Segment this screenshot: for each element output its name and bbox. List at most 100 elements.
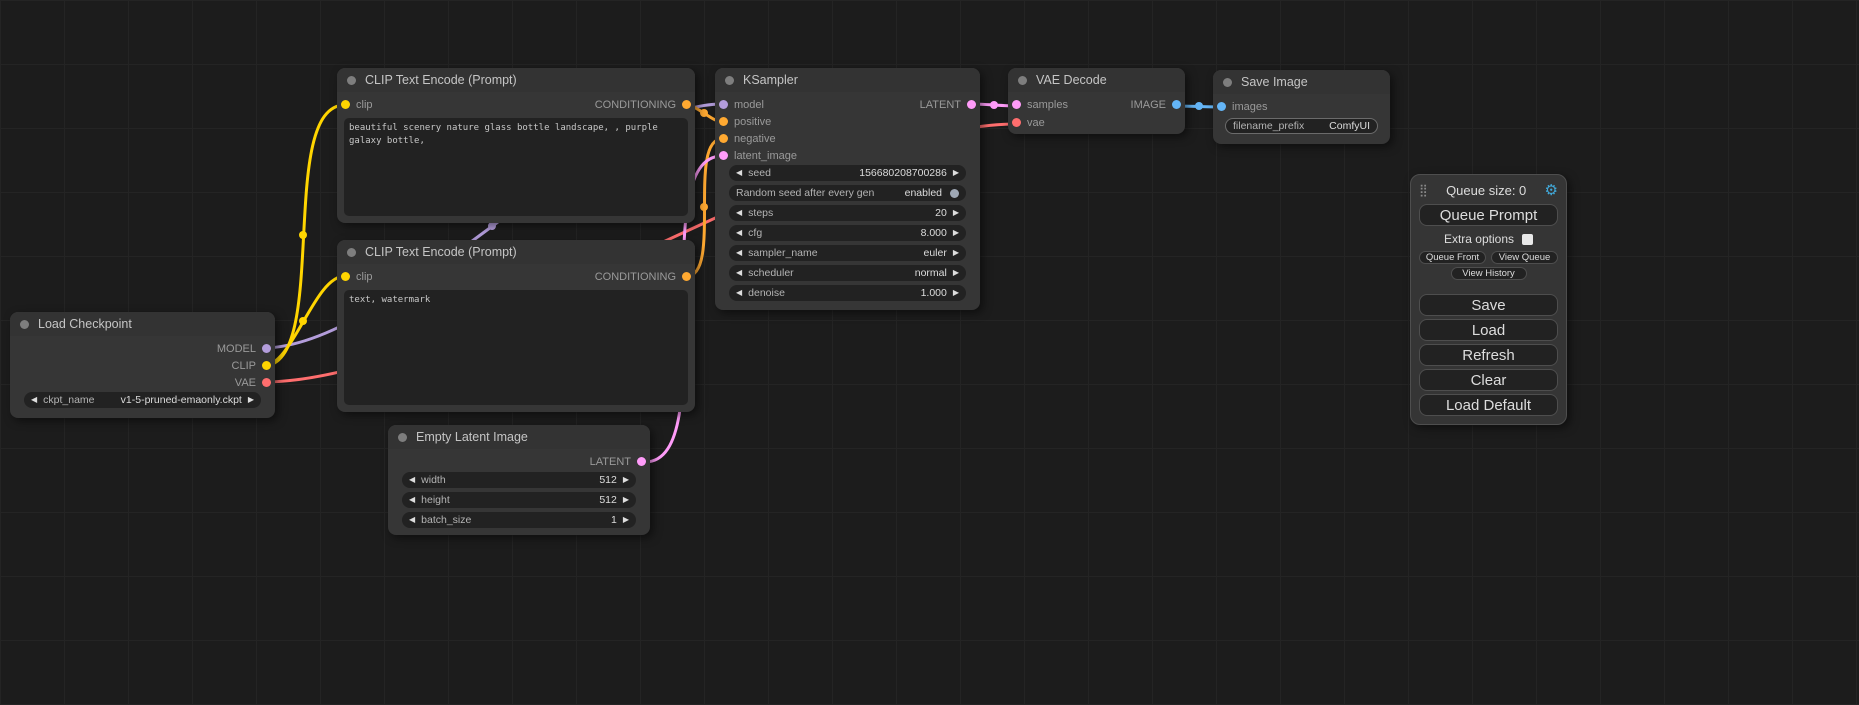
collapse-dot-icon[interactable] bbox=[1018, 76, 1027, 85]
positive-prompt-textarea[interactable]: beautiful scenery nature glass bottle la… bbox=[344, 118, 688, 216]
steps-widget[interactable]: ◀ steps 20 ▶ bbox=[729, 205, 966, 221]
node-title-bar[interactable]: CLIP Text Encode (Prompt) bbox=[337, 68, 695, 92]
denoise-widget[interactable]: ◀ denoise 1.000 ▶ bbox=[729, 285, 966, 301]
ckpt-name-widget[interactable]: ◀ ckpt_name v1-5-pruned-emaonly.ckpt ▶ bbox=[24, 392, 261, 408]
wire-midpoint-dot bbox=[990, 101, 998, 109]
view-queue-button[interactable]: View Queue bbox=[1491, 251, 1558, 264]
increment-icon[interactable]: ▶ bbox=[623, 496, 629, 504]
increment-icon[interactable]: ▶ bbox=[953, 209, 959, 217]
model-input-port[interactable] bbox=[719, 100, 728, 109]
widget-value: 512 bbox=[599, 474, 617, 486]
settings-gear-icon[interactable]: ⚙ bbox=[1545, 181, 1558, 199]
latent-output-port[interactable] bbox=[967, 100, 976, 109]
decrement-icon[interactable]: ◀ bbox=[409, 516, 415, 524]
width-widget[interactable]: ◀ width 512 ▶ bbox=[402, 472, 636, 488]
clip-input-port[interactable] bbox=[341, 100, 350, 109]
image-output-port[interactable] bbox=[1172, 100, 1181, 109]
vae-input-port[interactable] bbox=[1012, 118, 1021, 127]
decrement-icon[interactable]: ◀ bbox=[736, 169, 742, 177]
node-vae-decode[interactable]: VAE Decode samples IMAGE vae bbox=[1008, 68, 1185, 134]
node-title-bar[interactable]: Save Image bbox=[1213, 70, 1390, 94]
images-input-port[interactable] bbox=[1217, 102, 1226, 111]
collapse-dot-icon[interactable] bbox=[725, 76, 734, 85]
filename-prefix-widget[interactable]: filename_prefix ComfyUI bbox=[1225, 118, 1378, 134]
scheduler-widget[interactable]: ◀ scheduler normal ▶ bbox=[729, 265, 966, 281]
increment-icon[interactable]: ▶ bbox=[953, 289, 959, 297]
node-title-bar[interactable]: KSampler bbox=[715, 68, 980, 92]
node-ksampler[interactable]: KSampler model LATENT positive negative bbox=[715, 68, 980, 310]
cfg-widget[interactable]: ◀ cfg 8.000 ▶ bbox=[729, 225, 966, 241]
decrement-icon[interactable]: ◀ bbox=[736, 289, 742, 297]
seed-widget[interactable]: ◀ seed 156680208700286 ▶ bbox=[729, 165, 966, 181]
queue-front-button[interactable]: Queue Front bbox=[1419, 251, 1486, 264]
samples-input-port[interactable] bbox=[1012, 100, 1021, 109]
prev-value-icon[interactable]: ◀ bbox=[736, 249, 742, 257]
node-title-bar[interactable]: Load Checkpoint bbox=[10, 312, 275, 336]
wire-midpoint-dot bbox=[299, 231, 307, 239]
collapse-dot-icon[interactable] bbox=[20, 320, 29, 329]
widget-label: scheduler bbox=[748, 267, 794, 279]
clip-input-port[interactable] bbox=[341, 272, 350, 281]
widget-value: euler bbox=[923, 247, 946, 259]
batch-size-widget[interactable]: ◀ batch_size 1 ▶ bbox=[402, 512, 636, 528]
decrement-icon[interactable]: ◀ bbox=[736, 209, 742, 217]
input-label-images: images bbox=[1232, 101, 1267, 113]
node-save-image[interactable]: Save Image images filename_prefix ComfyU… bbox=[1213, 70, 1390, 144]
slot-row: images bbox=[1213, 98, 1390, 115]
latent-output-port[interactable] bbox=[637, 457, 646, 466]
load-button[interactable]: Load bbox=[1419, 319, 1558, 341]
node-clip-text-encode-positive[interactable]: CLIP Text Encode (Prompt) clip CONDITION… bbox=[337, 68, 695, 223]
positive-input-port[interactable] bbox=[719, 117, 728, 126]
refresh-button[interactable]: Refresh bbox=[1419, 344, 1558, 366]
node-load-checkpoint[interactable]: Load Checkpoint MODEL CLIP VAE ◀ ckpt_na… bbox=[10, 312, 275, 418]
node-title-bar[interactable]: VAE Decode bbox=[1008, 68, 1185, 92]
node-title-bar[interactable]: CLIP Text Encode (Prompt) bbox=[337, 240, 695, 264]
negative-input-port[interactable] bbox=[719, 134, 728, 143]
increment-icon[interactable]: ▶ bbox=[953, 169, 959, 177]
conditioning-output-port[interactable] bbox=[682, 100, 691, 109]
increment-icon[interactable]: ▶ bbox=[623, 516, 629, 524]
clear-button[interactable]: Clear bbox=[1419, 369, 1558, 391]
decrement-icon[interactable]: ◀ bbox=[409, 496, 415, 504]
wire-midpoint-dot bbox=[700, 109, 708, 117]
node-graph-canvas[interactable]: Load Checkpoint MODEL CLIP VAE ◀ ckpt_na… bbox=[0, 0, 1859, 705]
collapse-dot-icon[interactable] bbox=[347, 76, 356, 85]
random-seed-toggle-widget[interactable]: Random seed after every gen enabled bbox=[729, 185, 966, 201]
prev-value-icon[interactable]: ◀ bbox=[736, 269, 742, 277]
model-output-port[interactable] bbox=[262, 344, 271, 353]
queue-size-label: Queue size: 0 bbox=[1432, 183, 1541, 198]
decrement-icon[interactable]: ◀ bbox=[409, 476, 415, 484]
next-value-icon[interactable]: ▶ bbox=[953, 249, 959, 257]
vae-output-port[interactable] bbox=[262, 378, 271, 387]
toggle-indicator-icon[interactable] bbox=[950, 189, 959, 198]
negative-prompt-textarea[interactable]: text, watermark bbox=[344, 290, 688, 405]
view-history-button[interactable]: View History bbox=[1451, 267, 1527, 280]
node-empty-latent-image[interactable]: Empty Latent Image LATENT ◀ width 512 ▶ … bbox=[388, 425, 650, 535]
clip-output-port[interactable] bbox=[262, 361, 271, 370]
collapse-dot-icon[interactable] bbox=[398, 433, 407, 442]
node-title-bar[interactable]: Empty Latent Image bbox=[388, 425, 650, 449]
next-value-icon[interactable]: ▶ bbox=[953, 269, 959, 277]
collapse-dot-icon[interactable] bbox=[347, 248, 356, 257]
queue-prompt-button[interactable]: Queue Prompt bbox=[1419, 204, 1558, 226]
increment-icon[interactable]: ▶ bbox=[953, 229, 959, 237]
input-label-clip: clip bbox=[356, 99, 373, 111]
node-clip-text-encode-negative[interactable]: CLIP Text Encode (Prompt) clip CONDITION… bbox=[337, 240, 695, 412]
slot-row: positive bbox=[715, 113, 980, 130]
drag-handle-icon[interactable]: ⣿ bbox=[1419, 183, 1428, 197]
collapse-dot-icon[interactable] bbox=[1223, 78, 1232, 87]
extra-options-checkbox[interactable] bbox=[1522, 234, 1533, 245]
increment-icon[interactable]: ▶ bbox=[623, 476, 629, 484]
node-title: CLIP Text Encode (Prompt) bbox=[365, 73, 517, 87]
output-label-latent: LATENT bbox=[920, 99, 961, 111]
height-widget[interactable]: ◀ height 512 ▶ bbox=[402, 492, 636, 508]
sampler-name-widget[interactable]: ◀ sampler_name euler ▶ bbox=[729, 245, 966, 261]
prev-value-icon[interactable]: ◀ bbox=[31, 396, 37, 404]
next-value-icon[interactable]: ▶ bbox=[248, 396, 254, 404]
node-title: Empty Latent Image bbox=[416, 430, 528, 444]
load-default-button[interactable]: Load Default bbox=[1419, 394, 1558, 416]
conditioning-output-port[interactable] bbox=[682, 272, 691, 281]
latent-image-input-port[interactable] bbox=[719, 151, 728, 160]
save-button[interactable]: Save bbox=[1419, 294, 1558, 316]
decrement-icon[interactable]: ◀ bbox=[736, 229, 742, 237]
